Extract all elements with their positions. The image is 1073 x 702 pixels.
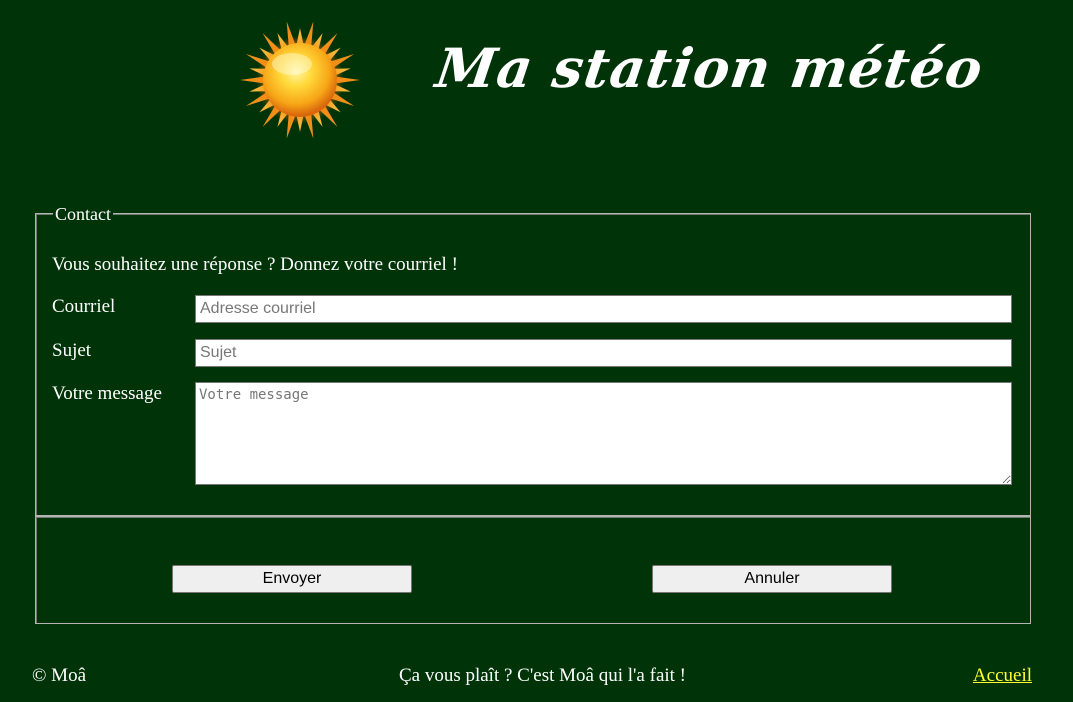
page-footer: Ça vous plaît ? C'est Moâ qui l'a fait !… xyxy=(0,662,1073,692)
contact-legend: Contact xyxy=(53,203,113,225)
intro-text: Vous souhaitez une réponse ? Donnez votr… xyxy=(52,254,458,275)
email-label: Courriel xyxy=(52,296,116,317)
email-field[interactable] xyxy=(195,295,1012,323)
home-link[interactable]: Accueil xyxy=(973,662,1032,690)
sun-icon xyxy=(240,21,360,139)
message-field[interactable] xyxy=(195,382,1012,485)
page-header: Ma station météo xyxy=(0,0,1073,150)
footer-tagline: Ça vous plaît ? C'est Moâ qui l'a fait ! xyxy=(398,665,687,686)
copyright-text: © Moâ xyxy=(32,665,87,686)
cancel-button[interactable]: Annuler xyxy=(652,565,892,593)
site-title: Ma station météo xyxy=(432,36,988,100)
subject-field[interactable] xyxy=(195,339,1012,367)
send-button[interactable]: Envoyer xyxy=(172,565,412,593)
subject-label: Sujet xyxy=(52,340,92,361)
message-label: Votre message xyxy=(52,383,162,404)
